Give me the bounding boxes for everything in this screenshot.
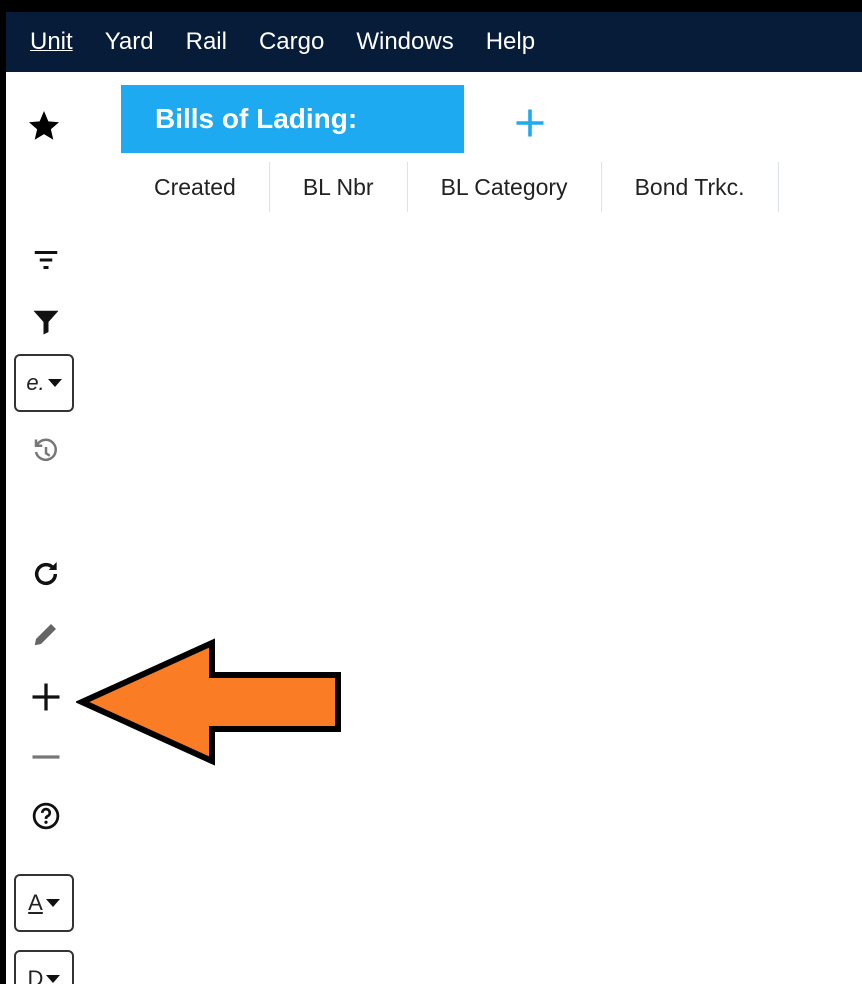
- pencil-icon[interactable]: [26, 614, 66, 654]
- display-dropdown-value: D: [27, 966, 44, 984]
- menu-yard[interactable]: Yard: [105, 28, 154, 56]
- help-icon[interactable]: [26, 796, 66, 836]
- star-icon[interactable]: [26, 108, 62, 144]
- annotation-arrow-icon: [76, 638, 341, 766]
- sort-dropdown-value: A: [28, 890, 43, 915]
- filter-lines-icon[interactable]: [26, 240, 66, 280]
- screenshot-frame: Unit Yard Rail Cargo Windows Help Bills …: [0, 0, 862, 984]
- menu-windows[interactable]: Windows: [356, 28, 453, 56]
- plus-icon[interactable]: [512, 105, 548, 141]
- menu-cargo[interactable]: Cargo: [259, 28, 324, 56]
- column-headers: Created BL Nbr BL Category Bond Trkc.: [121, 162, 779, 212]
- menu-help[interactable]: Help: [486, 28, 535, 56]
- minus-icon[interactable]: [26, 737, 66, 777]
- app-window: Unit Yard Rail Cargo Windows Help Bills …: [6, 12, 862, 984]
- column-header-bond-trkc[interactable]: Bond Trkc.: [602, 162, 779, 212]
- menu-rail[interactable]: Rail: [186, 28, 227, 56]
- menu-bar: Unit Yard Rail Cargo Windows Help: [6, 12, 862, 72]
- display-dropdown[interactable]: D: [14, 950, 74, 984]
- funnel-icon[interactable]: [26, 302, 66, 342]
- column-header-bl-category[interactable]: BL Category: [408, 162, 602, 212]
- plus-add-icon[interactable]: [26, 677, 66, 717]
- menu-unit[interactable]: Unit: [30, 28, 73, 56]
- column-header-created[interactable]: Created: [121, 162, 270, 212]
- history-icon[interactable]: [26, 432, 66, 472]
- view-dropdown-value: e.: [26, 370, 45, 395]
- view-dropdown[interactable]: e.: [14, 354, 74, 412]
- refresh-icon[interactable]: [26, 554, 66, 594]
- caret-down-icon: [45, 899, 60, 907]
- tab-label: Bills of Lading:: [155, 103, 358, 134]
- caret-down-icon: [46, 975, 61, 983]
- caret-down-icon: [47, 379, 62, 387]
- sort-dropdown[interactable]: A: [14, 874, 74, 932]
- column-header-bl-nbr[interactable]: BL Nbr: [270, 162, 408, 212]
- tab-bills-of-lading[interactable]: Bills of Lading:: [121, 85, 464, 153]
